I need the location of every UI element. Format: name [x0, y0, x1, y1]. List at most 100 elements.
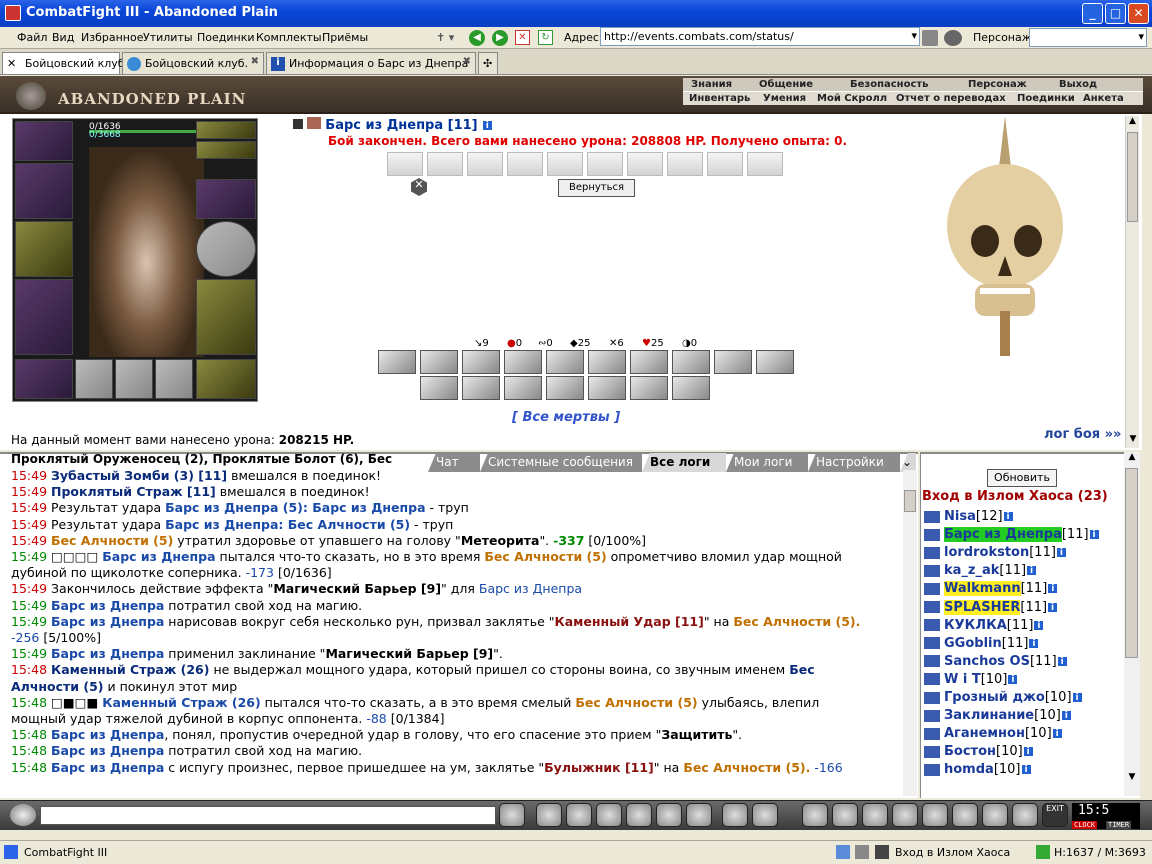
private-message-icon[interactable] [924, 546, 940, 559]
return-button[interactable]: Вернуться [558, 179, 635, 197]
info-icon[interactable]: i [1051, 728, 1063, 740]
nav-exit[interactable]: Выход [1059, 79, 1097, 90]
private-message-icon[interactable] [924, 745, 940, 758]
rune-slot-3[interactable] [155, 359, 193, 399]
private-message-icon[interactable] [924, 601, 940, 613]
log-name[interactable]: Барс из Днепра [51, 727, 164, 742]
log-name[interactable]: Барс из Днепра [51, 760, 164, 775]
spell-slot[interactable] [504, 350, 542, 374]
scroll-slot[interactable] [467, 152, 503, 176]
user-list-item[interactable]: Walkmann[11] i [924, 580, 1059, 598]
user-list-item[interactable]: lordrokston[11] i [924, 544, 1067, 562]
legs-slot[interactable] [196, 279, 256, 355]
log-name[interactable]: -166 [810, 760, 842, 775]
cross-icon[interactable]: ✝ ▾ [436, 31, 454, 44]
private-message-icon[interactable] [924, 709, 940, 722]
user-name[interactable]: W i T [944, 672, 981, 687]
scroll-item-icon[interactable] [892, 803, 918, 827]
scroll-thumb[interactable] [1127, 132, 1138, 222]
flag-icon[interactable] [1012, 803, 1038, 827]
info-icon[interactable]: i [1047, 601, 1059, 613]
nav-transfers[interactable]: Отчет о переводах [896, 93, 1006, 104]
close-button[interactable]: ✕ [1128, 3, 1149, 24]
nav-skills[interactable]: Умения [763, 93, 806, 104]
stop-icon[interactable]: ✕ [515, 30, 530, 45]
rune-slot-1[interactable] [75, 359, 113, 399]
close-icon[interactable]: ✖ [251, 56, 259, 67]
log-name[interactable]: Барс из Днепра [51, 743, 164, 758]
log-name[interactable]: -88 [366, 711, 386, 726]
user-name[interactable]: Аганемнон [944, 726, 1025, 741]
ring-slot[interactable] [196, 141, 256, 159]
spell-slot[interactable] [420, 376, 458, 400]
amulet-slot[interactable] [196, 121, 256, 139]
nav-my-scroll[interactable]: Мой Скролл [817, 93, 887, 104]
cloak-slot[interactable] [15, 279, 73, 355]
spell-slot[interactable] [588, 350, 626, 374]
info-icon[interactable]: i [1056, 655, 1068, 667]
tab-club-2[interactable]: Бойцовский клуб. ✖ [122, 52, 264, 74]
room-scrollbar[interactable]: ▲ ▼ [1124, 452, 1140, 796]
minimize-button[interactable]: _ [1082, 3, 1103, 24]
user-list-item[interactable]: Заклинание[10] i [924, 707, 1072, 725]
user-list-item[interactable]: Nisa[12] i [924, 508, 1014, 526]
log-name[interactable]: Булыжник [11] [544, 760, 654, 775]
user-name[interactable]: Sanchos OS [944, 654, 1030, 669]
nav-communication[interactable]: Общение [759, 79, 813, 90]
persona-select[interactable]: ▾ [1029, 28, 1147, 47]
back-icon[interactable]: ◀ [469, 30, 485, 46]
spell-slot[interactable] [588, 376, 626, 400]
scroll-slot[interactable] [747, 152, 783, 176]
log-name[interactable]: Барс из Днепра [51, 598, 164, 613]
rune-slot-2[interactable] [115, 359, 153, 399]
scroll-up-icon[interactable]: ▲ [1124, 452, 1140, 466]
spell-slot[interactable] [672, 376, 710, 400]
private-message-icon[interactable] [924, 763, 940, 776]
boots-slot[interactable] [15, 359, 73, 399]
spell-slot[interactable] [462, 376, 500, 400]
tab-club-1[interactable]: ✕ Бойцовский клуб [2, 52, 125, 74]
log-name[interactable]: -173 [246, 565, 274, 580]
menu-battles[interactable]: Поединки [197, 31, 255, 44]
menu-sets[interactable]: Комплекты [256, 31, 322, 44]
coins-icon[interactable] [832, 803, 858, 827]
spell-slot[interactable] [546, 376, 584, 400]
spell-slot[interactable] [630, 350, 668, 374]
user-list-item[interactable]: КУКЛКА[11] i [924, 617, 1045, 635]
pl-icon[interactable] [656, 803, 682, 827]
battle-log-link[interactable]: лог боя »» [1044, 427, 1121, 442]
menu-utilities[interactable]: Утилиты [143, 31, 193, 44]
user-name[interactable]: SPLASHER [944, 599, 1021, 615]
timer-label[interactable]: TIMER [1106, 821, 1132, 829]
log-name[interactable]: Барс из Днепра: Бес Алчности (5) [165, 517, 410, 532]
belt-slot[interactable] [196, 359, 256, 399]
private-message-icon[interactable] [924, 673, 940, 686]
nav-security[interactable]: Безопасность [850, 79, 929, 90]
clock-label[interactable]: CLOCK [1072, 821, 1098, 829]
info-icon[interactable]: i [1028, 637, 1040, 649]
user-name[interactable]: Грозный джо [944, 690, 1045, 705]
scroll-slot[interactable] [507, 152, 543, 176]
user-list-item[interactable]: Грозный джо[10] i [924, 689, 1083, 707]
tab-info[interactable]: i Информация о Барс из Днепра ✖ [266, 52, 476, 74]
menu-favorites[interactable]: Избранное [81, 31, 143, 44]
private-message-icon[interactable] [924, 655, 940, 668]
chat-input[interactable] [40, 806, 496, 825]
exit-icon[interactable]: EXIT [1042, 803, 1068, 827]
user-name[interactable]: Барс из Днепра [944, 527, 1062, 543]
private-message-icon[interactable] [924, 637, 940, 650]
smile-icon[interactable] [10, 804, 36, 826]
spell-slot[interactable] [546, 350, 584, 374]
log-name[interactable]: Бес Алчности (5) [484, 549, 606, 564]
info-icon[interactable]: i [1007, 673, 1019, 685]
nav-character[interactable]: Персонаж [968, 79, 1027, 90]
spell-slot[interactable] [672, 350, 710, 374]
info-icon[interactable]: i [1002, 511, 1014, 522]
user-list-item[interactable]: Бостон[10] i [924, 743, 1034, 761]
log-name[interactable]: Барс из Днепра [51, 646, 164, 661]
weapon-slot[interactable] [15, 221, 73, 277]
info-icon[interactable]: i [1071, 692, 1083, 703]
log-name[interactable]: Барс из Днепра [479, 581, 582, 596]
emoticon-icon[interactable] [722, 803, 748, 827]
go-icon[interactable] [922, 30, 938, 46]
